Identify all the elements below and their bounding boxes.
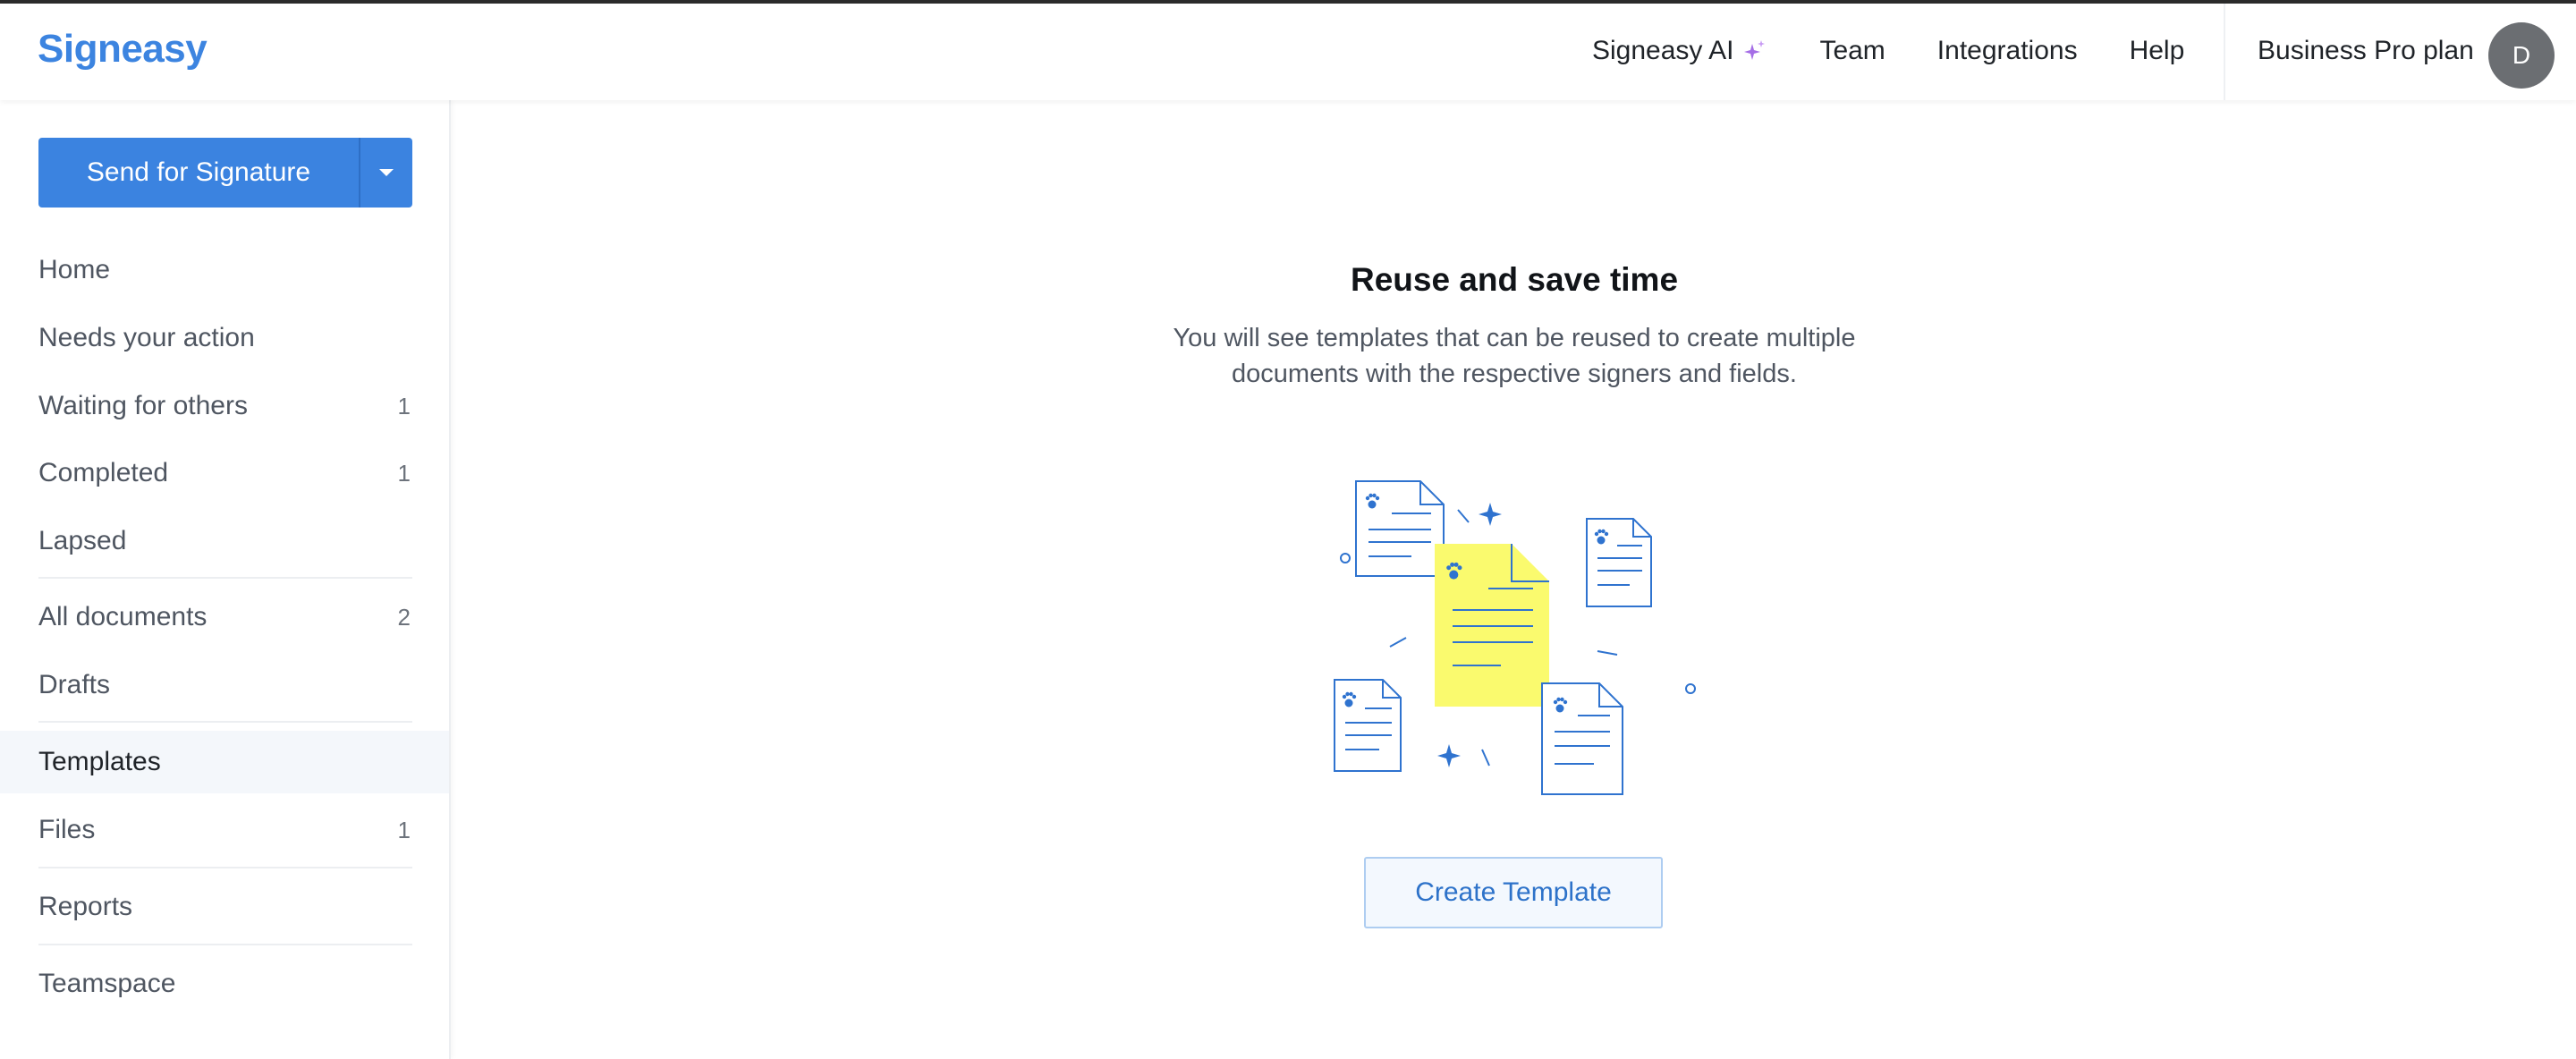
empty-state-title: Reuse and save time (1350, 261, 1679, 298)
sidebar-item-templates[interactable]: Templates (0, 731, 449, 793)
document-icon (1586, 518, 1652, 607)
sidebar-item-files[interactable]: Files 1 (0, 799, 449, 861)
sidebar-item-label: Reports (38, 892, 133, 921)
user-avatar[interactable]: D (2488, 22, 2555, 89)
sidebar-item-label: All documents (38, 602, 208, 631)
highlighted-document-icon (1435, 544, 1549, 707)
sparkle-icon (1744, 40, 1766, 60)
sidebar-item-needs-your-action[interactable]: Needs your action (0, 307, 449, 369)
sidebar-item-home[interactable]: Home (0, 239, 449, 301)
sidebar-item-label: Waiting for others (38, 391, 248, 420)
sidebar-item-label: Templates (38, 747, 161, 776)
sidebar-item-label: Lapsed (38, 526, 127, 555)
sidebar-item-label: Completed (38, 458, 169, 487)
sidebar-divider (38, 944, 412, 945)
sidebar-item-count: 1 (397, 392, 411, 419)
sidebar: Send for Signature Home Needs your actio… (0, 100, 451, 1059)
sidebar-item-teamspace[interactable]: Teamspace (0, 953, 449, 1015)
create-template-button[interactable]: Create Template (1364, 857, 1663, 928)
nav-team[interactable]: Team (1819, 36, 1885, 66)
top-bar: Signeasy Signeasy AI Team Integrations H… (0, 0, 2576, 100)
sidebar-item-label: Home (38, 255, 111, 284)
signeasy-logo[interactable]: Signeasy (38, 27, 208, 72)
sidebar-item-count: 1 (397, 459, 411, 487)
sidebar-item-waiting-for-others[interactable]: Waiting for others 1 (0, 375, 449, 437)
sidebar-divider (38, 721, 412, 723)
sidebar-item-all-documents[interactable]: All documents 2 (0, 586, 449, 648)
top-navigation: Signeasy AI Team Integrations Help (1592, 36, 2236, 66)
header-divider (2224, 4, 2225, 100)
document-icon (1355, 480, 1445, 577)
send-for-signature-button-group: Send for Signature (38, 138, 412, 208)
sidebar-item-count: 1 (397, 816, 411, 843)
sidebar-item-drafts[interactable]: Drafts (0, 654, 449, 716)
nav-signeasy-ai-label: Signeasy AI (1592, 36, 1734, 65)
plan-label[interactable]: Business Pro plan (2258, 36, 2474, 66)
templates-empty-state: Reuse and save time You will see templat… (453, 100, 2576, 1059)
sidebar-divider (38, 577, 412, 579)
nav-integrations[interactable]: Integrations (1937, 36, 2078, 66)
nav-help[interactable]: Help (2130, 36, 2185, 66)
empty-state-description: You will see templates that can be reuse… (1173, 324, 1856, 388)
sidebar-item-completed[interactable]: Completed 1 (0, 442, 449, 504)
sidebar-item-lapsed[interactable]: Lapsed (0, 510, 449, 572)
send-for-signature-button[interactable]: Send for Signature (38, 138, 360, 208)
sidebar-item-label: Drafts (38, 670, 111, 699)
sidebar-item-count: 2 (397, 603, 411, 631)
sidebar-item-label: Files (38, 815, 96, 844)
sidebar-item-label: Needs your action (38, 323, 255, 352)
sidebar-item-label: Teamspace (38, 969, 176, 998)
caret-down-icon (379, 169, 394, 176)
nav-signeasy-ai[interactable]: Signeasy AI (1592, 36, 1767, 66)
templates-illustration (1334, 480, 1696, 795)
sidebar-divider (38, 867, 412, 868)
document-icon (1334, 679, 1402, 772)
sidebar-item-reports[interactable]: Reports (0, 876, 449, 938)
send-dropdown-toggle[interactable] (360, 138, 412, 208)
document-icon (1541, 682, 1623, 795)
